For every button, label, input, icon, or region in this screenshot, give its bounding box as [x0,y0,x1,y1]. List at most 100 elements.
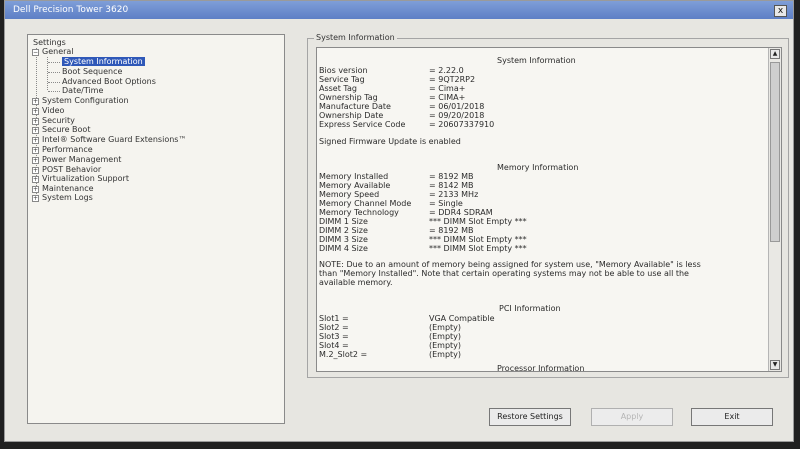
tree-item-label: System Configuration [42,96,129,105]
tree-item-performance[interactable]: + Performance [32,145,93,155]
tree-item-video[interactable]: + Video [32,106,64,116]
tree-item-date-time[interactable]: Date/Time [62,86,103,96]
firmware-note: Signed Firmware Update is enabled [319,137,461,146]
tree-item-general[interactable]: − General [32,47,74,57]
scroll-up-icon[interactable]: ▲ [770,49,780,59]
tree-item-label: Maintenance [42,184,94,193]
info-key: M.2_Slot2 = [319,350,368,359]
memory-info-heading: Memory Information [497,163,579,172]
info-value: (Empty) [429,323,462,332]
exit-button[interactable]: Exit [691,408,773,426]
info-key: DIMM 1 Size [319,217,368,226]
info-value: (Empty) [429,350,462,359]
tree-connector [48,62,60,63]
tree-item-label: General [42,47,74,56]
tree-item-label: Boot Sequence [62,67,123,76]
info-key: Express Service Code [319,120,406,129]
expand-icon[interactable]: + [32,127,39,134]
info-value: *** DIMM Slot Empty *** [429,217,527,226]
scroll-thumb[interactable] [770,62,780,242]
tree-item-system-information[interactable]: System Information [62,57,145,67]
info-key: Memory Channel Mode [319,199,412,208]
info-key: Slot1 = [319,314,349,323]
tree-item-label: Power Management [42,155,122,164]
system-information-group: System Information System Information Bi… [307,33,789,378]
settings-tree: Settings − General System Information Boo… [27,34,285,424]
info-value: = 9QT2RP2 [429,75,476,84]
tree-item-system-configuration[interactable]: + System Configuration [32,96,129,106]
info-key: Memory Technology [319,208,399,217]
tree-item-label: Advanced Boot Options [62,77,156,86]
info-value: *** DIMM Slot Empty *** [429,244,527,253]
info-value: *** DIMM Slot Empty *** [429,235,527,244]
window-title: Dell Precision Tower 3620 [13,5,129,15]
info-value: = DDR4 SDRAM [429,208,493,217]
info-value: = 09/20/2018 [429,111,485,120]
info-key: Memory Speed [319,190,380,199]
memory-note: NOTE: Due to an amount of memory being a… [319,260,701,287]
tree-item-label: System Information [62,57,145,66]
system-info-heading: System Information [497,56,576,65]
info-key: Service Tag [319,75,365,84]
info-value: = 8142 MB [429,181,474,190]
tree-item-label: Secure Boot [42,125,91,134]
tree-item-label: Date/Time [62,86,104,95]
expand-icon[interactable]: + [32,118,39,125]
title-bar: Dell Precision Tower 3620 [5,1,793,19]
processor-info-heading: Processor Information [497,364,585,372]
tree-item-secure-boot[interactable]: + Secure Boot [32,125,90,135]
apply-button[interactable]: Apply [591,408,673,426]
tree-item-system-logs[interactable]: + System Logs [32,193,93,203]
info-value: = 8192 MB [429,226,474,235]
info-key: Ownership Tag [319,93,378,102]
info-value: (Empty) [429,332,462,341]
info-value: = 2.22.0 [429,66,464,75]
tree-item-label: Performance [42,145,93,154]
expand-icon[interactable]: + [32,98,39,105]
info-value: = 06/01/2018 [429,102,485,111]
tree-connector [48,82,60,83]
info-key: DIMM 4 Size [319,244,368,253]
info-key: Memory Available [319,181,391,190]
expand-icon[interactable]: + [32,176,39,183]
tree-item-label: Intel® Software Guard Extensions™ [42,135,187,144]
info-key: Slot3 = [319,332,349,341]
tree-connector [48,72,60,73]
info-key: Memory Installed [319,172,389,181]
tree-item-label: Video [42,106,65,115]
bios-window: Dell Precision Tower 3620 x Settings − Ge… [4,0,794,442]
system-information-panel[interactable]: System Information Bios version = 2.22.0 … [316,47,782,372]
pci-info-heading: PCI Information [499,304,561,313]
info-value: = CIMA+ [429,93,466,102]
tree-item-virtualization-support[interactable]: + Virtualization Support [32,174,129,184]
expand-icon[interactable]: + [32,108,39,115]
info-key: Manufacture Date [319,102,391,111]
group-title: System Information [314,33,397,42]
expand-icon[interactable]: + [32,167,39,174]
info-key: DIMM 2 Size [319,226,368,235]
scroll-down-icon[interactable]: ▼ [770,360,780,370]
tree-item-boot-sequence[interactable]: Boot Sequence [62,67,122,77]
tree-item-sgx[interactable]: + Intel® Software Guard Extensions™ [32,135,186,145]
vertical-scrollbar[interactable]: ▲ ▼ [768,48,781,371]
info-value: = 20607337910 [429,120,495,129]
tree-item-label: Security [42,116,75,125]
info-value: VGA Compatible [429,314,495,323]
info-key: Asset Tag [319,84,357,93]
tree-item-label: POST Behavior [42,165,102,174]
expand-icon[interactable]: + [32,137,39,144]
tree-item-label: Virtualization Support [42,174,129,183]
expand-icon[interactable]: + [32,147,39,154]
info-key: Slot2 = [319,323,349,332]
expand-icon[interactable]: + [32,157,39,164]
expand-icon[interactable]: + [32,195,39,202]
close-button[interactable]: x [774,5,787,17]
collapse-icon[interactable]: − [32,49,39,56]
expand-icon[interactable]: + [32,186,39,193]
info-key: DIMM 3 Size [319,235,368,244]
restore-settings-button[interactable]: Restore Settings [489,408,571,426]
info-key: Bios version [319,66,368,75]
tree-connector [48,91,60,92]
info-value: = Single [429,199,463,208]
tree-item-power-management[interactable]: + Power Management [32,155,121,165]
